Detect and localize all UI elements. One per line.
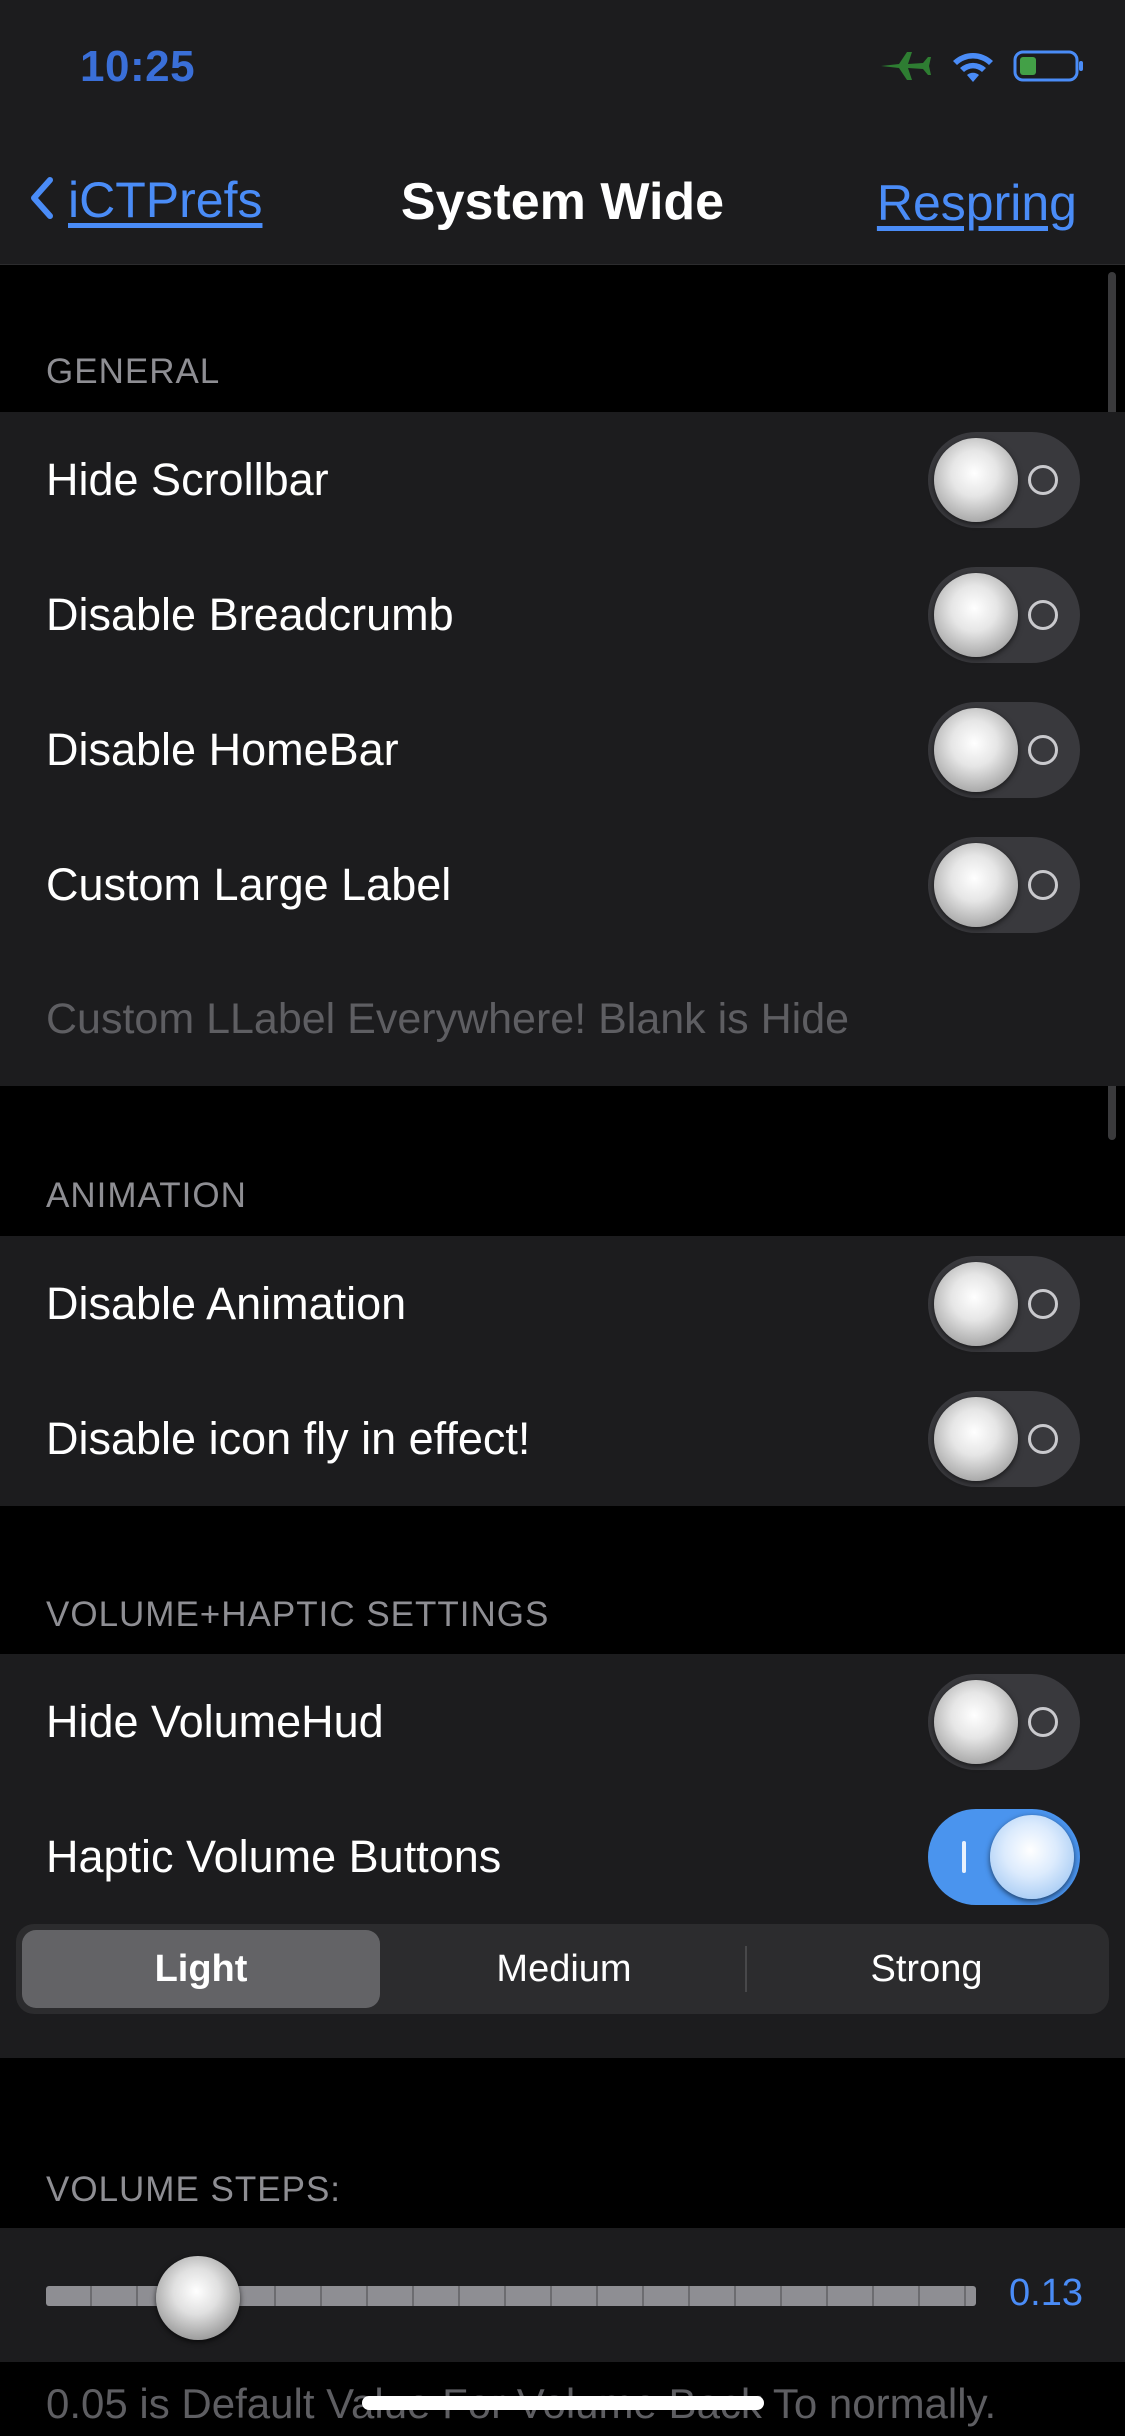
disable-breadcrumb-toggle[interactable]	[928, 566, 1080, 663]
home-indicator[interactable]	[362, 2396, 764, 2410]
volume-haptic-group: Hide VolumeHud Haptic Volume Buttons Lig…	[0, 1654, 1125, 2058]
disable-icon-fly-in-toggle[interactable]	[928, 1390, 1080, 1487]
section-header-animation: ANIMATION	[46, 1176, 247, 1215]
wifi-icon	[951, 48, 995, 89]
animation-group: Disable Animation Disable icon fly in ef…	[0, 1236, 1125, 1506]
disable-homebar-toggle[interactable]	[928, 701, 1080, 798]
section-header-volume-steps: VOLUME STEPS:	[46, 2170, 342, 2209]
segment-divider	[745, 1946, 747, 1992]
volume-steps-slider-thumb[interactable]	[156, 2256, 240, 2340]
row-disable-animation: Disable Animation	[0, 1236, 1125, 1371]
battery-icon	[1013, 48, 1085, 89]
row-hide-volumehud: Hide VolumeHud	[0, 1654, 1125, 1789]
chevron-left-icon	[26, 174, 56, 227]
hide-scrollbar-toggle[interactable]	[928, 431, 1080, 528]
haptic-volume-buttons-toggle[interactable]	[928, 1808, 1080, 1905]
row-label: Custom Large Label	[46, 858, 452, 910]
row-haptic-volume-buttons: Haptic Volume Buttons	[0, 1789, 1125, 1924]
back-button-label: iCTPrefs	[68, 172, 263, 228]
row-label: Disable HomeBar	[46, 723, 399, 775]
haptic-strength-row: Light Medium Strong	[0, 1924, 1125, 2058]
row-hide-scrollbar: Hide Scrollbar	[0, 412, 1125, 547]
custom-label-text-field[interactable]: Custom LLabel Everywhere! Blank is Hide	[0, 952, 1125, 1086]
row-label: Hide Scrollbar	[46, 453, 329, 505]
hide-volumehud-toggle[interactable]	[928, 1673, 1080, 1770]
status-icons	[877, 46, 1085, 90]
general-group: Hide Scrollbar Disable Breadcrumb Disabl…	[0, 412, 1125, 1086]
custom-large-label-toggle[interactable]	[928, 836, 1080, 933]
status-time: 10:25	[80, 42, 196, 91]
airplane-icon	[877, 48, 933, 89]
row-custom-large-label: Custom Large Label	[0, 817, 1125, 952]
navigation-bar: iCTPrefs System Wide Respring	[0, 140, 1125, 265]
back-button[interactable]: iCTPrefs	[26, 170, 262, 230]
haptic-strength-segmented-control: Light Medium Strong	[16, 1924, 1109, 2014]
volume-steps-group: 0.13	[0, 2228, 1125, 2362]
page-title: System Wide	[400, 173, 725, 231]
section-header-volume-haptic: VOLUME+HAPTIC SETTINGS	[46, 1595, 550, 1634]
row-label: Disable Breadcrumb	[46, 588, 454, 640]
row-disable-breadcrumb: Disable Breadcrumb	[0, 547, 1125, 682]
volume-steps-value: 0.13	[1009, 2272, 1083, 2314]
row-disable-homebar: Disable HomeBar	[0, 682, 1125, 817]
segment-light[interactable]: Light	[22, 1930, 380, 2008]
row-label: Hide VolumeHud	[46, 1695, 384, 1747]
status-bar: 10:25	[0, 0, 1125, 140]
row-label: Disable icon fly in effect!	[46, 1412, 531, 1464]
respring-button[interactable]: Respring	[877, 174, 1077, 232]
settings-screen: 10:25 iCTPrefs System Wide Respring GENE…	[0, 0, 1125, 2436]
section-header-general: GENERAL	[46, 352, 221, 391]
segment-medium[interactable]: Medium	[386, 1930, 742, 2008]
row-disable-icon-fly-in: Disable icon fly in effect!	[0, 1371, 1125, 1506]
row-label: Disable Animation	[46, 1277, 407, 1329]
disable-animation-toggle[interactable]	[928, 1255, 1080, 1352]
text-field-placeholder: Custom LLabel Everywhere! Blank is Hide	[46, 994, 850, 1043]
row-label: Haptic Volume Buttons	[46, 1830, 502, 1882]
segment-strong[interactable]: Strong	[750, 1930, 1103, 2008]
